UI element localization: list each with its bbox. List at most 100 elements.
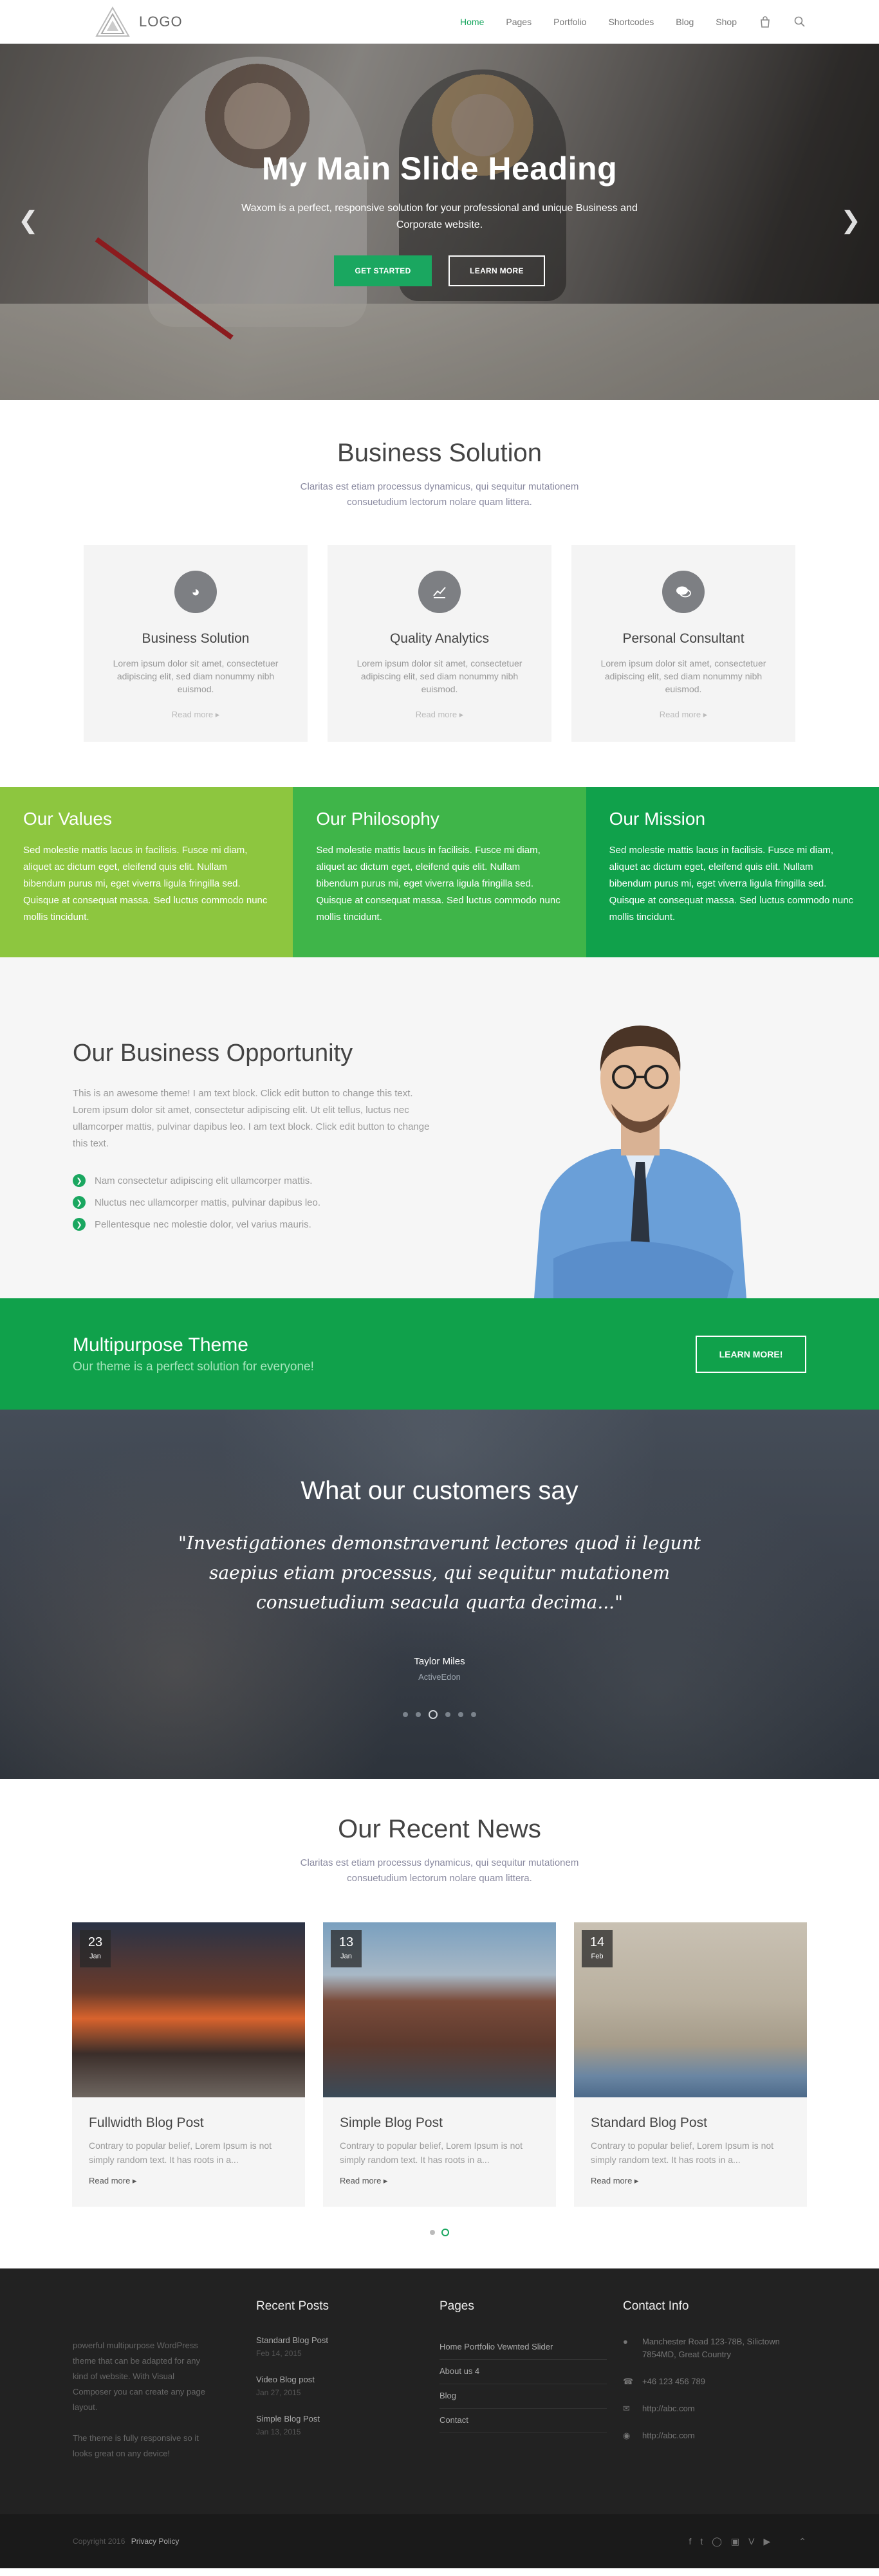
pagination-dot[interactable] [471, 1712, 476, 1717]
list-item: ❯ Pellentesque nec molestie dolor, vel va… [73, 1218, 433, 1231]
hero-content: My Main Slide Heading Waxom is a perfect… [0, 150, 879, 286]
nav-shortcodes[interactable]: Shortcodes [608, 17, 654, 27]
mission-title: Our Mission [609, 809, 706, 829]
business-title: Business Solution [337, 439, 542, 467]
footer-recent-posts: Recent Posts Standard Blog Post Feb 14, … [256, 2299, 439, 2514]
read-more-label: Read more [340, 2176, 382, 2185]
post-image-sunset[interactable]: 23 Jan [72, 1922, 305, 2097]
chevron-circle-icon: ❯ [73, 1218, 86, 1231]
pagination-dot[interactable] [445, 1712, 450, 1717]
card-text: Lorem ipsum dolor sit amet, consectetuer… [113, 658, 279, 694]
nav-home[interactable]: Home [460, 17, 484, 27]
news-posts: 23 Jan Fullwidth Blog Post Contrary to p… [0, 1922, 879, 2207]
learn-more-button[interactable]: LEARN MORE [449, 255, 545, 286]
footer-about-p2: The theme is fully responsive so it look… [73, 2433, 199, 2458]
footer-post-title[interactable]: Simple Blog Post [256, 2414, 439, 2424]
read-more-link[interactable]: Read more ▸ [340, 2176, 387, 2186]
post-title[interactable]: Fullwidth Blog Post [89, 2115, 288, 2131]
nav-portfolio[interactable]: Portfolio [553, 17, 586, 27]
values-box: Our Values Sed molestie mattis lacus in … [0, 787, 293, 957]
hero-buttons: GET STARTED LEARN MORE [0, 255, 879, 286]
pagination-dot[interactable] [458, 1712, 463, 1717]
footer-post: Video Blog post Jan 27, 2015 [256, 2375, 439, 2397]
opportunity-list: ❯ Nam consectetur adipiscing elit ullamco… [73, 1174, 433, 1231]
main-nav: Home Pages Portfolio Shortcodes Blog Sho… [460, 15, 806, 28]
dribbble-icon[interactable]: ◯ [712, 2536, 722, 2547]
site-footer: powerful multipurpose WordPress theme th… [0, 2268, 879, 2514]
twitter-icon[interactable]: t [700, 2536, 703, 2546]
nav-blog[interactable]: Blog [676, 17, 694, 27]
business-subtitle: Claritas est etiam processus dynamicus, … [300, 481, 579, 508]
contact-address: ● Manchester Road 123-78B, Silictown 7854… [623, 2335, 806, 2361]
pagination-dot-active[interactable] [429, 1710, 438, 1719]
read-more-link[interactable]: Read more ▸ [591, 2176, 638, 2186]
list-item: ❯ Nluctus nec ullamcorper mattis, pulvina… [73, 1196, 433, 1209]
search-icon[interactable] [793, 15, 806, 28]
privacy-policy-link[interactable]: Privacy Policy [131, 2537, 180, 2546]
globe-icon: ◉ [623, 2431, 631, 2440]
phone-icon: ☎ [623, 2377, 634, 2386]
news-subtitle: Claritas est etiam processus dynamicus, … [300, 1857, 579, 1884]
post-image-cliff[interactable]: 13 Jan [323, 1922, 556, 2097]
post-image-shoes[interactable]: 14 Feb [574, 1922, 807, 2097]
instagram-icon[interactable]: ▣ [731, 2536, 739, 2547]
footer-pages: Pages Home Portfolio Vewnted Slider Abou… [439, 2299, 623, 2514]
date-day: 23 [88, 1935, 103, 1949]
footer-post-title[interactable]: Standard Blog Post [256, 2335, 439, 2345]
footer-post-date: Feb 14, 2015 [256, 2349, 302, 2358]
cart-icon[interactable] [759, 15, 772, 28]
footer-page-link[interactable]: Contact [439, 2409, 607, 2433]
read-more-link[interactable]: Read more ▸ [172, 710, 219, 720]
pagination-dot-active[interactable] [441, 2229, 449, 2236]
read-more-link[interactable]: Read more ▸ [89, 2176, 136, 2186]
testimonial-author: Taylor Miles [414, 1656, 465, 1667]
footer-contact: Contact Info ● Manchester Road 123-78B, S… [623, 2299, 806, 2514]
vimeo-icon[interactable]: V [748, 2536, 754, 2546]
contact-website: ◉ http://abc.com [623, 2429, 806, 2442]
feature-card: Personal Consultant Lorem ipsum dolor si… [571, 545, 795, 742]
footer-page-link[interactable]: About us 4 [439, 2360, 607, 2384]
read-more-link[interactable]: Read more ▸ [416, 710, 463, 720]
cta-learn-more-button[interactable]: LEARN MORE! [696, 1335, 806, 1373]
footer-about: powerful multipurpose WordPress theme th… [73, 2299, 256, 2514]
nav-shop[interactable]: Shop [716, 17, 737, 27]
testimonial-company: ActiveEdon [418, 1672, 461, 1682]
logo[interactable]: LOGO [94, 5, 183, 39]
feature-card: ◕ Business Solution Lorem ipsum dolor si… [84, 545, 308, 742]
contact-email-text[interactable]: http://abc.com [642, 2402, 695, 2415]
contact-website-text[interactable]: http://abc.com [642, 2429, 695, 2442]
footer-page-link[interactable]: Home Portfolio Vewnted Slider [439, 2335, 607, 2360]
facebook-icon[interactable]: f [689, 2536, 691, 2546]
date-month: Jan [340, 1953, 352, 1960]
map-pin-icon: ● [623, 2337, 628, 2346]
opportunity-section: Our Business Opportunity This is an awes… [0, 957, 879, 1298]
get-started-button[interactable]: GET STARTED [334, 255, 432, 286]
post-body: Standard Blog Post Contrary to popular b… [574, 2097, 807, 2207]
date-badge: 14 Feb [582, 1930, 613, 1967]
contact-phone: ☎ +46 123 456 789 [623, 2375, 806, 2388]
post-title[interactable]: Standard Blog Post [591, 2115, 790, 2131]
post-title[interactable]: Simple Blog Post [340, 2115, 539, 2131]
envelope-icon: ✉ [623, 2404, 630, 2413]
pagination-dot[interactable] [430, 2230, 435, 2235]
list-item-text: Nam consectetur adipiscing elit ullamcor… [95, 1175, 313, 1186]
read-more-link[interactable]: Read more ▸ [660, 710, 707, 720]
cta-text: Multipurpose Theme Our theme is a perfec… [73, 1334, 314, 1374]
contact-email: ✉ http://abc.com [623, 2402, 806, 2415]
opportunity-content: Our Business Opportunity This is an awes… [73, 1040, 433, 1240]
post-excerpt: Contrary to popular belief, Lorem Ipsum … [591, 2140, 774, 2165]
footer-post-title[interactable]: Video Blog post [256, 2375, 439, 2384]
mission-box: Our Mission Sed molestie mattis lacus in… [586, 787, 879, 957]
pagination-dot[interactable] [416, 1712, 421, 1717]
pagination-dot[interactable] [403, 1712, 408, 1717]
logo-triangle-icon [95, 6, 130, 37]
youtube-icon[interactable]: ▶ [763, 2536, 770, 2547]
card-text: Lorem ipsum dolor sit amet, consectetuer… [356, 658, 523, 694]
line-chart-icon [418, 571, 461, 613]
scroll-to-top-icon[interactable]: ⌃ [799, 2536, 806, 2547]
footer-heading: Recent Posts [256, 2299, 329, 2313]
date-month: Feb [591, 1953, 604, 1960]
nav-pages[interactable]: Pages [506, 17, 532, 27]
footer-page-link[interactable]: Blog [439, 2384, 607, 2409]
feature-card: Quality Analytics Lorem ipsum dolor sit … [328, 545, 551, 742]
